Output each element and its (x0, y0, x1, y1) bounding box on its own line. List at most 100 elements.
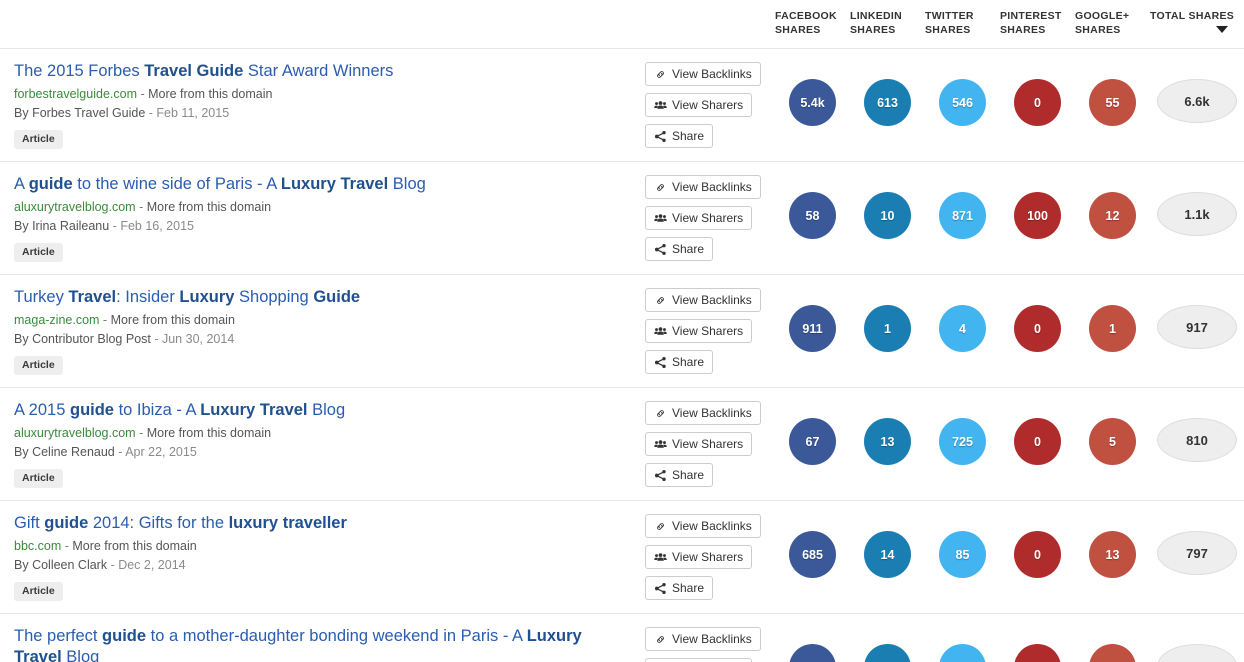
domain-link[interactable]: bbc.com (14, 539, 61, 553)
view-backlinks-button[interactable]: View Backlinks (645, 627, 761, 651)
pinterest-shares-bubble[interactable]: 0 (1014, 305, 1061, 352)
pinterest-shares-bubble[interactable]: 100 (1014, 192, 1061, 239)
more-from-domain-link[interactable]: More from this domain (111, 313, 235, 327)
twitter-shares-bubble[interactable]: 725 (939, 418, 986, 465)
view-backlinks-button[interactable]: View Backlinks (645, 514, 761, 538)
button-label: View Backlinks (672, 406, 752, 420)
share-button[interactable]: Share (645, 463, 714, 487)
twitter-shares-bubble[interactable]: 517 (939, 644, 986, 662)
view-backlinks-button[interactable]: View Backlinks (645, 288, 761, 312)
column-header-total-shares[interactable]: TOTAL SHARES (1150, 9, 1244, 37)
total-shares-bubble[interactable]: 797 (1157, 531, 1237, 575)
linkedin-shares-bubble[interactable]: 13 (864, 418, 911, 465)
view-sharers-button[interactable]: View Sharers (645, 93, 753, 117)
googleplus-shares-bubble[interactable]: 5 (1089, 418, 1136, 465)
share-button[interactable]: Share (645, 237, 714, 261)
googleplus-shares-bubble[interactable]: 1 (1089, 305, 1136, 352)
total-shares-bubble[interactable]: 6.6k (1157, 79, 1237, 123)
domain-link[interactable]: aluxurytravelblog.com (14, 426, 136, 440)
sort-descending-caret-icon[interactable] (1216, 26, 1228, 33)
more-from-domain-link[interactable]: More from this domain (148, 87, 272, 101)
linkedin-shares-bubble[interactable]: 10 (864, 192, 911, 239)
facebook-shares-bubble[interactable]: 58 (789, 192, 836, 239)
domain-line: aluxurytravelblog.com - More from this d… (14, 425, 631, 442)
googleplus-shares-bubble[interactable]: 13 (1089, 531, 1136, 578)
chain-link-icon (654, 294, 667, 307)
title-keyword: guide (44, 514, 89, 532)
more-from-domain-link[interactable]: More from this domain (72, 539, 196, 553)
twitter-shares-bubble[interactable]: 4 (939, 305, 986, 352)
metric-cell-linkedin: 10 (850, 174, 925, 239)
pinterest-shares-bubble[interactable]: 0 (1014, 418, 1061, 465)
pinterest-shares-bubble[interactable]: 0 (1014, 79, 1061, 126)
metric-cell-twitter: 725 (925, 400, 1000, 465)
column-header-pinterest[interactable]: PINTEREST SHARES (1000, 9, 1075, 37)
share-button[interactable]: Share (645, 350, 714, 374)
result-title-link[interactable]: A 2015 guide to Ibiza - A Luxury Travel … (14, 400, 631, 421)
total-shares-bubble[interactable]: 628 (1157, 644, 1237, 662)
view-backlinks-button[interactable]: View Backlinks (645, 175, 761, 199)
domain-link[interactable]: forbestravelguide.com (14, 87, 137, 101)
share-button[interactable]: Share (645, 576, 714, 600)
share-button[interactable]: Share (645, 124, 714, 148)
linkedin-shares-bubble[interactable]: 613 (864, 79, 911, 126)
facebook-shares-bubble[interactable]: 911 (789, 305, 836, 352)
users-group-icon (654, 325, 667, 338)
result-title-link[interactable]: The 2015 Forbes Travel Guide Star Award … (14, 61, 631, 82)
domain-separator: - (136, 87, 149, 101)
view-sharers-button[interactable]: View Sharers (645, 658, 753, 662)
facebook-shares-bubble[interactable]: 5.4k (789, 79, 836, 126)
column-header-facebook[interactable]: FACEBOOK SHARES (775, 9, 850, 37)
view-sharers-button[interactable]: View Sharers (645, 319, 753, 343)
twitter-shares-bubble[interactable]: 546 (939, 79, 986, 126)
total-shares-bubble[interactable]: 1.1k (1157, 192, 1237, 236)
facebook-shares-bubble[interactable]: 685 (789, 531, 836, 578)
result-title-link[interactable]: A guide to the wine side of Paris - A Lu… (14, 174, 631, 195)
domain-link[interactable]: maga-zine.com (14, 313, 99, 327)
column-header-twitter[interactable]: TWITTER SHARES (925, 9, 1000, 37)
domain-link[interactable]: aluxurytravelblog.com (14, 200, 136, 214)
more-from-domain-link[interactable]: More from this domain (147, 200, 271, 214)
metric-cell-googleplus: 12 (1075, 174, 1150, 239)
total-shares-bubble[interactable]: 810 (1157, 418, 1237, 462)
metric-cell-pinterest: 0 (1000, 61, 1075, 126)
total-shares-bubble[interactable]: 917 (1157, 305, 1237, 349)
result-title-link[interactable]: Gift guide 2014: Gifts for the luxury tr… (14, 513, 631, 534)
by-prefix: By (14, 558, 33, 572)
more-from-domain-link[interactable]: More from this domain (147, 426, 271, 440)
linkedin-shares-bubble[interactable]: 1 (864, 305, 911, 352)
pinterest-shares-bubble[interactable]: 0 (1014, 644, 1061, 662)
metric-cell-linkedin: 13 (850, 400, 925, 465)
facebook-shares-bubble[interactable]: 67 (789, 418, 836, 465)
column-header-google[interactable]: GOOGLE+ SHARES (1075, 9, 1150, 37)
twitter-shares-bubble[interactable]: 871 (939, 192, 986, 239)
result-title-link[interactable]: Turkey Travel: Insider Luxury Shopping G… (14, 287, 631, 308)
column-header-linkedin[interactable]: LINKEDIN SHARES (850, 9, 925, 37)
linkedin-shares-bubble[interactable]: 6 (864, 644, 911, 662)
googleplus-shares-bubble[interactable]: 12 (1089, 192, 1136, 239)
table-row: Gift guide 2014: Gifts for the luxury tr… (0, 500, 1244, 613)
row-actions: View Backlinks View Sharers Share (645, 513, 775, 600)
googleplus-shares-bubble[interactable]: 15 (1089, 644, 1136, 662)
view-sharers-button[interactable]: View Sharers (645, 206, 753, 230)
metric-cell-twitter: 546 (925, 61, 1000, 126)
view-sharers-button[interactable]: View Sharers (645, 432, 753, 456)
button-label: Share (672, 242, 705, 256)
pinterest-shares-bubble[interactable]: 0 (1014, 531, 1061, 578)
byline-separator: - (150, 332, 162, 346)
twitter-shares-bubble[interactable]: 85 (939, 531, 986, 578)
linkedin-shares-bubble[interactable]: 14 (864, 531, 911, 578)
googleplus-shares-bubble[interactable]: 55 (1089, 79, 1136, 126)
column-header-line2: SHARES (850, 24, 896, 36)
row-actions: View BacklinksView SharersShare (645, 626, 775, 662)
metric-cell-googleplus: 15 (1075, 626, 1150, 662)
share-nodes-icon (654, 356, 667, 369)
result-title-link[interactable]: The perfect guide to a mother-daughter b… (14, 626, 631, 662)
view-sharers-button[interactable]: View Sharers (645, 545, 753, 569)
author-name: Irina Raileanu (32, 219, 110, 233)
view-backlinks-button[interactable]: View Backlinks (645, 62, 761, 86)
facebook-shares-bubble[interactable]: 90 (789, 644, 836, 662)
author-name: Forbes Travel Guide (32, 106, 146, 120)
view-backlinks-button[interactable]: View Backlinks (645, 401, 761, 425)
result-info: The perfect guide to a mother-daughter b… (0, 626, 645, 662)
